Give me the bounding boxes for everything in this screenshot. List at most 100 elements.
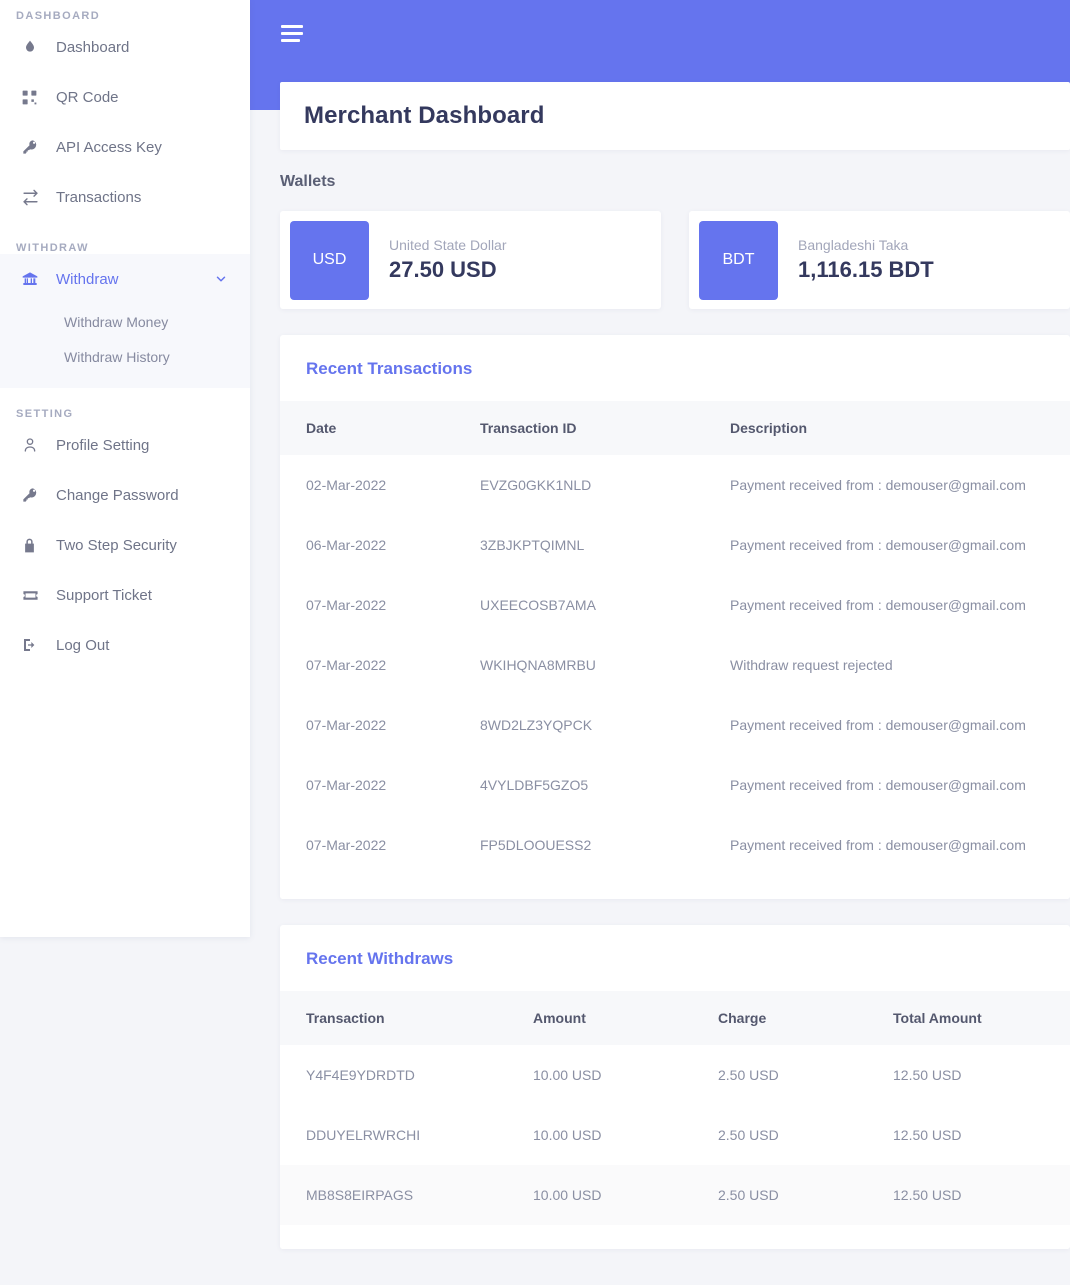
sidebar-item-label: Profile Setting [56, 437, 149, 454]
column-header-description: Description [730, 401, 1070, 455]
column-header-charge: Charge [718, 991, 893, 1045]
cell-date: 07-Mar-2022 [280, 635, 480, 695]
cell-transaction: MB8S8EIRPAGS [280, 1165, 533, 1225]
table-row[interactable]: 02-Mar-2022 EVZG0GKK1NLD Payment receive… [280, 455, 1070, 515]
sidebar-item-api-access-key[interactable]: API Access Key [0, 122, 250, 172]
sidebar-subitem-label: Withdraw Money [64, 314, 168, 330]
sidebar-section-setting-title: SETTING [0, 408, 250, 420]
table-row[interactable]: 06-Mar-2022 3ZBJKPTQIMNL Payment receive… [280, 515, 1070, 575]
cell-amount: 10.00 USD [533, 1105, 718, 1165]
cell-description: Payment received from : demouser@gmail.c… [730, 455, 1070, 515]
cell-date: 07-Mar-2022 [280, 695, 480, 755]
table-row[interactable]: 07-Mar-2022 UXEECOSB7AMA Payment receive… [280, 575, 1070, 635]
cell-transaction-id: WKIHQNA8MRBU [480, 635, 730, 695]
table-row[interactable]: Y4F4E9YDRDTD 10.00 USD 2.50 USD 12.50 US… [280, 1045, 1070, 1105]
wallet-card-bdt[interactable]: BDT Bangladeshi Taka 1,116.15 BDT [689, 211, 1070, 309]
page-title-card: Merchant Dashboard [280, 82, 1070, 150]
column-header-amount: Amount [533, 991, 718, 1045]
sidebar-section-dashboard-title: DASHBOARD [0, 10, 250, 22]
sidebar-item-two-step-security[interactable]: Two Step Security [0, 520, 250, 570]
sidebar-item-label: Change Password [56, 487, 179, 504]
column-header-transaction: Transaction [280, 991, 533, 1045]
sidebar-item-label: API Access Key [56, 139, 162, 156]
qr-code-icon [22, 90, 56, 105]
chevron-down-icon[interactable] [214, 272, 228, 286]
cell-transaction-id: 8WD2LZ3YQPCK [480, 695, 730, 755]
cell-charge: 2.50 USD [718, 1165, 893, 1225]
sidebar-item-label: Log Out [56, 637, 109, 654]
cell-transaction-id: EVZG0GKK1NLD [480, 455, 730, 515]
sidebar-group-withdraw: Withdraw Withdraw Money Withdraw History [0, 254, 250, 388]
column-header-transaction-id: Transaction ID [480, 401, 730, 455]
column-header-total-amount: Total Amount [893, 991, 1070, 1045]
ticket-icon [22, 587, 56, 604]
sidebar-subitem-withdraw-history[interactable]: Withdraw History [0, 339, 250, 374]
sidebar-item-support-ticket[interactable]: Support Ticket [0, 570, 250, 620]
cell-transaction-id: 3ZBJKPTQIMNL [480, 515, 730, 575]
wallet-currency-name: Bangladeshi Taka [798, 237, 934, 253]
cell-transaction-id: UXEECOSB7AMA [480, 575, 730, 635]
sidebar-subitem-label: Withdraw History [64, 349, 170, 365]
cell-transaction-id: FP5DLOOUESS2 [480, 815, 730, 875]
sidebar-item-profile-setting[interactable]: Profile Setting [0, 420, 250, 470]
cell-total-amount: 12.50 USD [893, 1045, 1070, 1105]
cell-date: 07-Mar-2022 [280, 755, 480, 815]
cell-charge: 2.50 USD [718, 1105, 893, 1165]
wallet-balance: 27.50 USD [389, 257, 507, 283]
key-icon [22, 487, 56, 503]
recent-transactions-card: Recent Transactions Date Transaction ID … [280, 335, 1070, 899]
recent-withdraws-card: Recent Withdraws Transaction Amount Char… [280, 925, 1070, 1249]
exchange-arrows-icon [22, 189, 56, 206]
wallet-currency-name: United State Dollar [389, 237, 507, 253]
sidebar-item-dashboard[interactable]: Dashboard [0, 22, 250, 72]
cell-transaction: DDUYELRWRCHI [280, 1105, 533, 1165]
recent-transactions-body: 02-Mar-2022 EVZG0GKK1NLD Payment receive… [280, 455, 1070, 875]
main-content: Merchant Dashboard Wallets USD United St… [280, 82, 1070, 1249]
table-bottom-spacer [280, 875, 1070, 899]
droplet-icon [22, 39, 56, 55]
cell-total-amount: 12.50 USD [893, 1165, 1070, 1225]
sidebar-item-label: Two Step Security [56, 537, 177, 554]
bank-icon [22, 271, 56, 287]
hamburger-menu-icon[interactable] [281, 25, 303, 46]
sidebar: DASHBOARD Dashboard QR Code [0, 0, 250, 937]
lock-icon [22, 538, 56, 553]
cell-description: Payment received from : demouser@gmail.c… [730, 575, 1070, 635]
sidebar-item-transactions[interactable]: Transactions [0, 172, 250, 222]
cell-description: Payment received from : demouser@gmail.c… [730, 695, 1070, 755]
cell-date: 07-Mar-2022 [280, 575, 480, 635]
cell-amount: 10.00 USD [533, 1165, 718, 1225]
sidebar-item-label: Transactions [56, 189, 141, 206]
sidebar-item-change-password[interactable]: Change Password [0, 470, 250, 520]
cell-description: Payment received from : demouser@gmail.c… [730, 815, 1070, 875]
cell-description: Payment received from : demouser@gmail.c… [730, 755, 1070, 815]
cell-description: Withdraw request rejected [730, 635, 1070, 695]
table-row[interactable]: 07-Mar-2022 4VYLDBF5GZO5 Payment receive… [280, 755, 1070, 815]
table-row[interactable]: DDUYELRWRCHI 10.00 USD 2.50 USD 12.50 US… [280, 1105, 1070, 1165]
sidebar-subitem-withdraw-money[interactable]: Withdraw Money [0, 304, 250, 339]
table-header-row: Date Transaction ID Description [280, 401, 1070, 455]
wallets-row: USD United State Dollar 27.50 USD BDT Ba… [280, 211, 1070, 309]
sidebar-section-withdraw-title: WITHDRAW [0, 242, 250, 254]
sidebar-item-withdraw[interactable]: Withdraw [0, 254, 250, 304]
cell-date: 02-Mar-2022 [280, 455, 480, 515]
sidebar-item-qr-code[interactable]: QR Code [0, 72, 250, 122]
table-row[interactable]: 07-Mar-2022 FP5DLOOUESS2 Payment receive… [280, 815, 1070, 875]
sidebar-item-label: Dashboard [56, 39, 129, 56]
recent-withdraws-title: Recent Withdraws [280, 925, 1070, 991]
wallet-card-usd[interactable]: USD United State Dollar 27.50 USD [280, 211, 661, 309]
sidebar-item-log-out[interactable]: Log Out [0, 620, 250, 670]
user-icon [22, 437, 56, 453]
page-title: Merchant Dashboard [304, 102, 545, 130]
table-row[interactable]: 07-Mar-2022 WKIHQNA8MRBU Withdraw reques… [280, 635, 1070, 695]
table-row[interactable]: MB8S8EIRPAGS 10.00 USD 2.50 USD 12.50 US… [280, 1165, 1070, 1225]
cell-transaction-id: 4VYLDBF5GZO5 [480, 755, 730, 815]
dashboard-page: DASHBOARD Dashboard QR Code [0, 0, 1070, 1285]
table-row[interactable]: 07-Mar-2022 8WD2LZ3YQPCK Payment receive… [280, 695, 1070, 755]
wallet-currency-badge: BDT [699, 221, 778, 300]
table-header-row: Transaction Amount Charge Total Amount [280, 991, 1070, 1045]
wallet-currency-badge: USD [290, 221, 369, 300]
logout-icon [22, 637, 56, 653]
wallet-balance: 1,116.15 BDT [798, 257, 934, 283]
cell-date: 07-Mar-2022 [280, 815, 480, 875]
